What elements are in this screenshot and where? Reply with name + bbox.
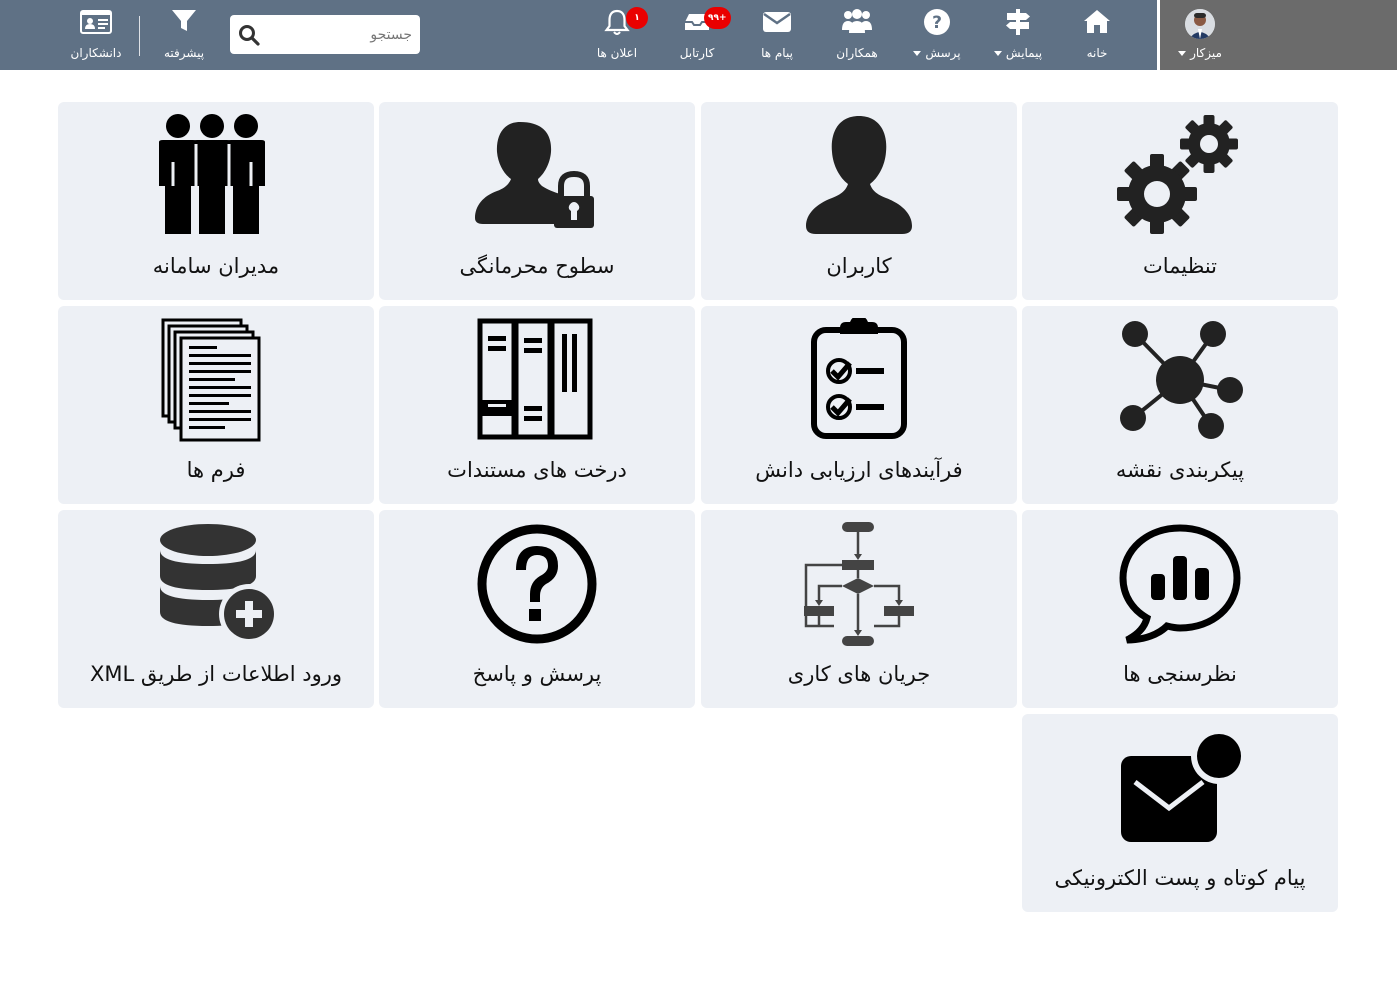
tile-system-admins[interactable]: مدیران سامانه [58, 102, 374, 300]
nav-notifications-label: اعلان ها [596, 46, 638, 60]
tile-surveys[interactable]: نظرسنجی ها [1022, 510, 1338, 708]
user-icon [701, 114, 1017, 239]
chevron-down-icon [993, 51, 1002, 56]
tile-forms[interactable]: فرم ها [58, 306, 374, 504]
tile-title: سطوح محرمانگی [459, 254, 615, 278]
nav-messages[interactable]: پیام ها [750, 0, 804, 70]
chevron-down-icon [1178, 51, 1187, 56]
tile-title: جریان های کاری [787, 662, 931, 686]
nav-survey[interactable]: پیمایش [980, 0, 1056, 70]
nav-home-label: خانه [1086, 46, 1108, 60]
tile-confidentiality-levels[interactable]: سطوح محرمانگی [379, 102, 695, 300]
signpost-icon [1004, 8, 1032, 40]
tile-title: پرسش و پاسخ [472, 662, 602, 686]
top-navigation-bar: میزکار خانه پیمایش ? پرسش همکاران پیام ه… [0, 0, 1397, 70]
tile-title: فرآیندهای ارزیابی دانش [755, 458, 963, 482]
tile-title: تنظیمات [1142, 254, 1218, 278]
nav-advanced[interactable]: پیشرفته [155, 0, 213, 70]
question-circle-icon: ? [923, 8, 951, 40]
cartable-badge: ۹۹+ [704, 7, 731, 29]
tile-xml-import[interactable]: ورود اطلاعات از طریق XML [58, 510, 374, 708]
tile-title: پیام کوتاه و پست الکترونیکی [1054, 866, 1306, 890]
tile-title: نظرسنجی ها [1123, 662, 1237, 686]
tile-users[interactable]: کاربران [701, 102, 1017, 300]
database-add-icon [58, 522, 374, 647]
tile-knowledge-evaluation[interactable]: فرآیندهای ارزیابی دانش [701, 306, 1017, 504]
nav-advanced-label: پیشرفته [163, 46, 205, 60]
clipboard-check-icon [701, 318, 1017, 443]
user-name: میزکار [1190, 46, 1222, 60]
nav-question-text: پرسش [925, 46, 961, 60]
flowchart-icon [701, 522, 1017, 647]
poll-bubble-icon [1022, 522, 1338, 647]
tile-title: مدیران سامانه [152, 254, 280, 278]
gears-icon [1022, 114, 1338, 239]
search-box [230, 15, 420, 54]
nav-question[interactable]: ? پرسش [902, 0, 972, 70]
binders-icon [379, 318, 695, 443]
users-icon [841, 8, 873, 38]
nav-question-label: پرسش [902, 46, 972, 60]
tile-sms-email[interactable]: پیام کوتاه و پست الکترونیکی [1022, 714, 1338, 912]
notifications-badge: ۱ [626, 7, 648, 29]
tile-questions-answers[interactable]: پرسش و پاسخ [379, 510, 695, 708]
nav-divider [139, 16, 140, 56]
envelope-icon [762, 8, 792, 38]
nav-messages-label: پیام ها [761, 46, 793, 60]
nav-survey-text: پیمایش [1005, 46, 1043, 60]
tile-title: درخت های مستندات [447, 458, 627, 482]
tile-title: پیکربندی نقشه [1115, 458, 1245, 482]
user-menu-label[interactable]: میزکار [1170, 46, 1230, 60]
nav-survey-label: پیمایش [980, 46, 1056, 60]
nav-students-label: دانشکاران [70, 46, 122, 60]
tile-title: کاربران [826, 254, 892, 278]
envelope-dot-icon [1022, 726, 1338, 851]
user-avatar[interactable] [1185, 9, 1215, 39]
tile-settings[interactable]: تنظیمات [1022, 102, 1338, 300]
tile-title: فرم ها [186, 458, 246, 482]
id-card-icon [80, 8, 112, 38]
nav-students[interactable]: دانشکاران [62, 0, 130, 70]
question-circle-icon [379, 522, 695, 647]
tile-workflows[interactable]: جریان های کاری [701, 510, 1017, 708]
nav-colleagues-label: همکاران [836, 46, 878, 60]
search-input[interactable] [266, 15, 412, 54]
chevron-down-icon [913, 51, 922, 56]
network-icon [1022, 318, 1338, 443]
nav-home[interactable]: خانه [1070, 0, 1124, 70]
nav-cartable-label: کارتابل [679, 46, 715, 60]
search-icon[interactable] [238, 24, 260, 50]
nav-colleagues[interactable]: همکاران [826, 0, 888, 70]
tile-title: ورود اطلاعات از طریق XML [89, 662, 343, 686]
tile-map-configuration[interactable]: پیکربندی نقشه [1022, 306, 1338, 504]
group-icon [58, 114, 374, 239]
user-lock-icon [379, 114, 695, 239]
svg-text:?: ? [932, 13, 942, 33]
tile-document-trees[interactable]: درخت های مستندات [379, 306, 695, 504]
filter-icon [171, 8, 197, 38]
home-icon [1082, 8, 1112, 38]
documents-icon [58, 318, 374, 443]
